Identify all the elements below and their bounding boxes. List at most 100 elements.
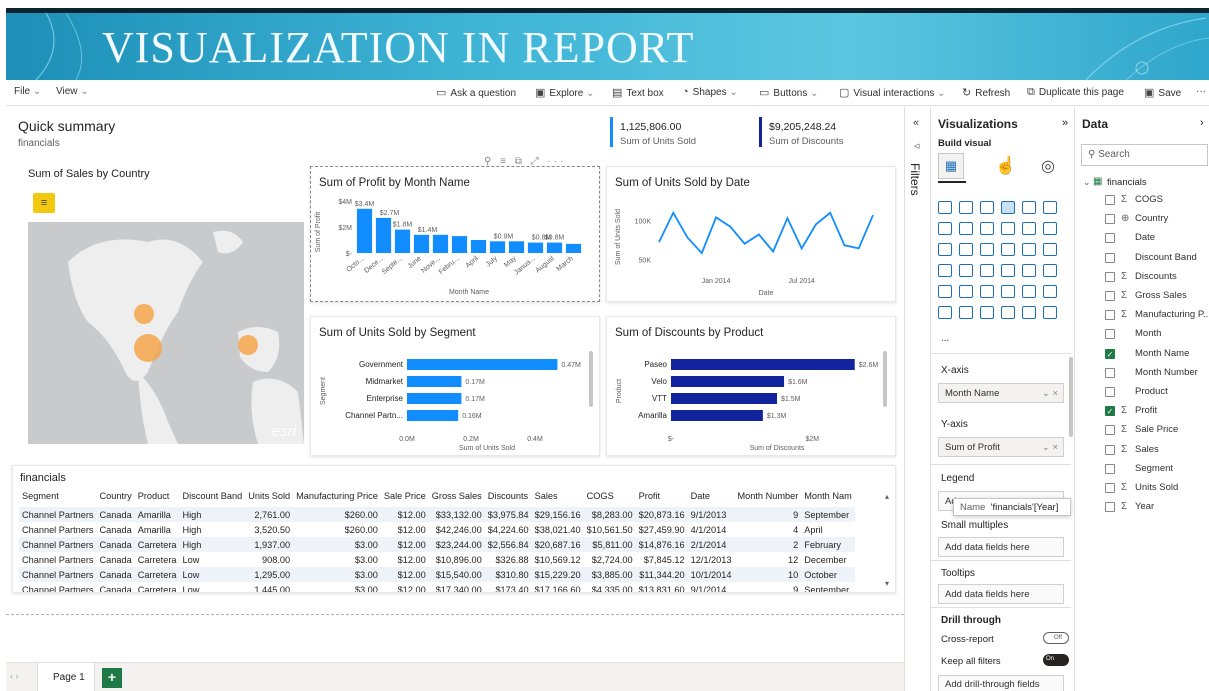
filters-pane-collapsed[interactable]: « ⊲ Filters bbox=[904, 107, 930, 691]
buttons-button[interactable]: ▭ Buttons ⌄ bbox=[759, 86, 819, 99]
visual-type-icon[interactable] bbox=[959, 201, 973, 214]
visual-interactions-button[interactable]: ▢ Visual interactions ⌄ bbox=[839, 86, 946, 99]
field-checkbox[interactable] bbox=[1105, 425, 1115, 436]
visual-type-icon[interactable] bbox=[1022, 264, 1036, 277]
visual-type-icon[interactable] bbox=[1043, 222, 1057, 235]
table-row[interactable]: Channel Partners Canada Carretera Low 1,295.… bbox=[19, 567, 855, 582]
column-header[interactable]: Country bbox=[97, 488, 135, 507]
visual-type-icon[interactable] bbox=[938, 201, 952, 214]
financials-table-card[interactable]: financials Segment Country Product Discount… bbox=[12, 465, 896, 593]
map-menu-icon[interactable]: ≡ bbox=[33, 193, 55, 213]
more-visuals-icon[interactable]: ... bbox=[941, 333, 949, 344]
filter-toggle-icon[interactable]: ⊲ bbox=[913, 141, 921, 152]
field-checkbox[interactable] bbox=[1105, 444, 1115, 455]
field-checkbox[interactable] bbox=[1105, 233, 1115, 244]
explore-button[interactable]: ▣ Explore ⌄ bbox=[535, 86, 594, 99]
field-name[interactable]: Product bbox=[1135, 386, 1168, 397]
visual-type-icon[interactable] bbox=[938, 222, 952, 235]
visual-type-icon[interactable] bbox=[980, 222, 994, 235]
field-checkbox[interactable] bbox=[1105, 463, 1115, 474]
visual-header-icons[interactable]: ⚲ ≡ ⧉ ⤢ ··· bbox=[484, 156, 566, 167]
visual-type-icon[interactable] bbox=[980, 243, 994, 256]
more-options-icon[interactable]: ··· bbox=[1196, 86, 1206, 97]
visual-type-icon[interactable] bbox=[938, 285, 952, 298]
field-name[interactable]: Units Sold bbox=[1135, 482, 1178, 493]
field-checkbox[interactable] bbox=[1105, 367, 1115, 378]
visual-type-icon[interactable] bbox=[1022, 222, 1036, 235]
table-row[interactable]: Channel Partners Canada Carretera Low 908.00… bbox=[19, 552, 855, 567]
viz-pane-scrollbar[interactable] bbox=[1069, 357, 1073, 437]
field-checkbox[interactable] bbox=[1105, 291, 1115, 301]
field-name[interactable]: Month Number bbox=[1135, 367, 1198, 378]
visual-type-icon[interactable] bbox=[1043, 264, 1057, 277]
add-page-button[interactable]: + bbox=[102, 668, 122, 688]
column-header[interactable]: Month Number bbox=[734, 488, 801, 507]
visual-type-icon[interactable] bbox=[1043, 306, 1057, 319]
drill-through-field-well[interactable]: Add drill-through fields here bbox=[938, 675, 1064, 691]
shapes-button[interactable]: ◔ Shapes ⌄ bbox=[682, 86, 738, 98]
visual-type-icon[interactable] bbox=[938, 264, 952, 277]
x-axis-field-well[interactable]: Month Name ⌄ × bbox=[938, 383, 1064, 403]
duplicate-page-button[interactable]: ⧉ Duplicate this page bbox=[1027, 86, 1124, 99]
field-name[interactable]: Profit bbox=[1135, 405, 1157, 416]
units-by-date-card[interactable]: Sum of Units Sold by Date Sum of Units S… bbox=[606, 166, 896, 302]
visual-type-icon[interactable] bbox=[938, 243, 952, 256]
field-name[interactable]: Country bbox=[1135, 213, 1168, 224]
table-row[interactable]: Channel Partners Canada Carretera Low 1,445.… bbox=[19, 582, 855, 593]
field-checkbox[interactable] bbox=[1105, 310, 1115, 321]
visual-type-icon[interactable] bbox=[1043, 201, 1057, 214]
field-name[interactable]: Year bbox=[1135, 501, 1154, 512]
field-checkbox[interactable] bbox=[1105, 329, 1115, 340]
map-visual[interactable]: esri bbox=[28, 222, 304, 444]
collapse-icon[interactable]: « bbox=[913, 117, 919, 129]
column-header[interactable]: Segment bbox=[19, 488, 97, 507]
analytics-icon[interactable]: ◎ bbox=[1041, 156, 1055, 176]
build-visual-tab-icon[interactable]: ▦ bbox=[938, 153, 964, 179]
field-name[interactable]: Sale Price bbox=[1135, 424, 1178, 435]
filters-label[interactable]: Filters bbox=[908, 163, 922, 196]
y-axis-field-well[interactable]: Sum of Profit ⌄ × bbox=[938, 437, 1064, 457]
visual-type-icon[interactable] bbox=[1001, 306, 1015, 319]
visual-type-icon[interactable] bbox=[959, 306, 973, 319]
column-header[interactable]: Date bbox=[688, 488, 735, 507]
small-multiples-field-well[interactable]: Add data fields here bbox=[938, 537, 1064, 557]
field-name[interactable]: Date bbox=[1135, 232, 1155, 243]
table-row[interactable]: Channel Partners Canada Carretera High 1,937… bbox=[19, 537, 855, 552]
column-header[interactable]: Product bbox=[135, 488, 180, 507]
file-menu[interactable]: File ⌄ bbox=[14, 86, 41, 97]
visual-type-icon[interactable] bbox=[959, 222, 973, 235]
field-checkbox[interactable] bbox=[1105, 195, 1115, 205]
visual-type-icon[interactable] bbox=[1022, 285, 1036, 298]
visual-type-icon[interactable] bbox=[1001, 222, 1015, 235]
visual-type-icon[interactable] bbox=[1001, 243, 1015, 256]
field-name[interactable]: Segment bbox=[1135, 463, 1173, 474]
visual-type-icon[interactable] bbox=[1001, 264, 1015, 277]
visual-type-icon[interactable] bbox=[980, 306, 994, 319]
visual-type-icon[interactable] bbox=[959, 285, 973, 298]
column-header[interactable]: Profit bbox=[636, 488, 688, 507]
visual-type-icon[interactable] bbox=[938, 306, 952, 319]
column-header[interactable]: Month Nam bbox=[801, 488, 855, 507]
visual-type-icon[interactable] bbox=[980, 201, 994, 214]
keep-filters-toggle[interactable]: On bbox=[1043, 654, 1069, 666]
column-header[interactable]: Discount Band bbox=[180, 488, 246, 507]
column-header[interactable]: COGS bbox=[584, 488, 636, 507]
field-checkbox[interactable] bbox=[1105, 502, 1115, 513]
field-checkbox[interactable] bbox=[1105, 387, 1115, 397]
field-name[interactable]: Sales bbox=[1135, 444, 1159, 455]
field-name[interactable]: Gross Sales bbox=[1135, 290, 1187, 301]
format-visual-icon[interactable]: ☝ bbox=[995, 156, 1016, 176]
text-box-button[interactable]: ▤ Text box bbox=[612, 86, 664, 99]
field-checkbox[interactable]: ✓ bbox=[1105, 406, 1115, 417]
column-header[interactable]: Sale Price bbox=[381, 488, 429, 507]
visual-type-icon[interactable] bbox=[959, 264, 973, 277]
field-name[interactable]: Discounts bbox=[1135, 271, 1177, 282]
save-button[interactable]: ▣ Save bbox=[1144, 86, 1181, 99]
visual-type-icon[interactable] bbox=[1043, 285, 1057, 298]
visual-type-icon[interactable] bbox=[980, 285, 994, 298]
cross-report-toggle[interactable]: Off bbox=[1043, 632, 1069, 644]
sort-down-icon[interactable]: ▾ bbox=[885, 579, 889, 588]
field-name[interactable]: COGS bbox=[1135, 194, 1163, 205]
field-checkbox[interactable] bbox=[1105, 214, 1115, 225]
profit-by-month-card[interactable]: Sum of Profit by Month Name Sum of Profi… bbox=[310, 166, 600, 302]
